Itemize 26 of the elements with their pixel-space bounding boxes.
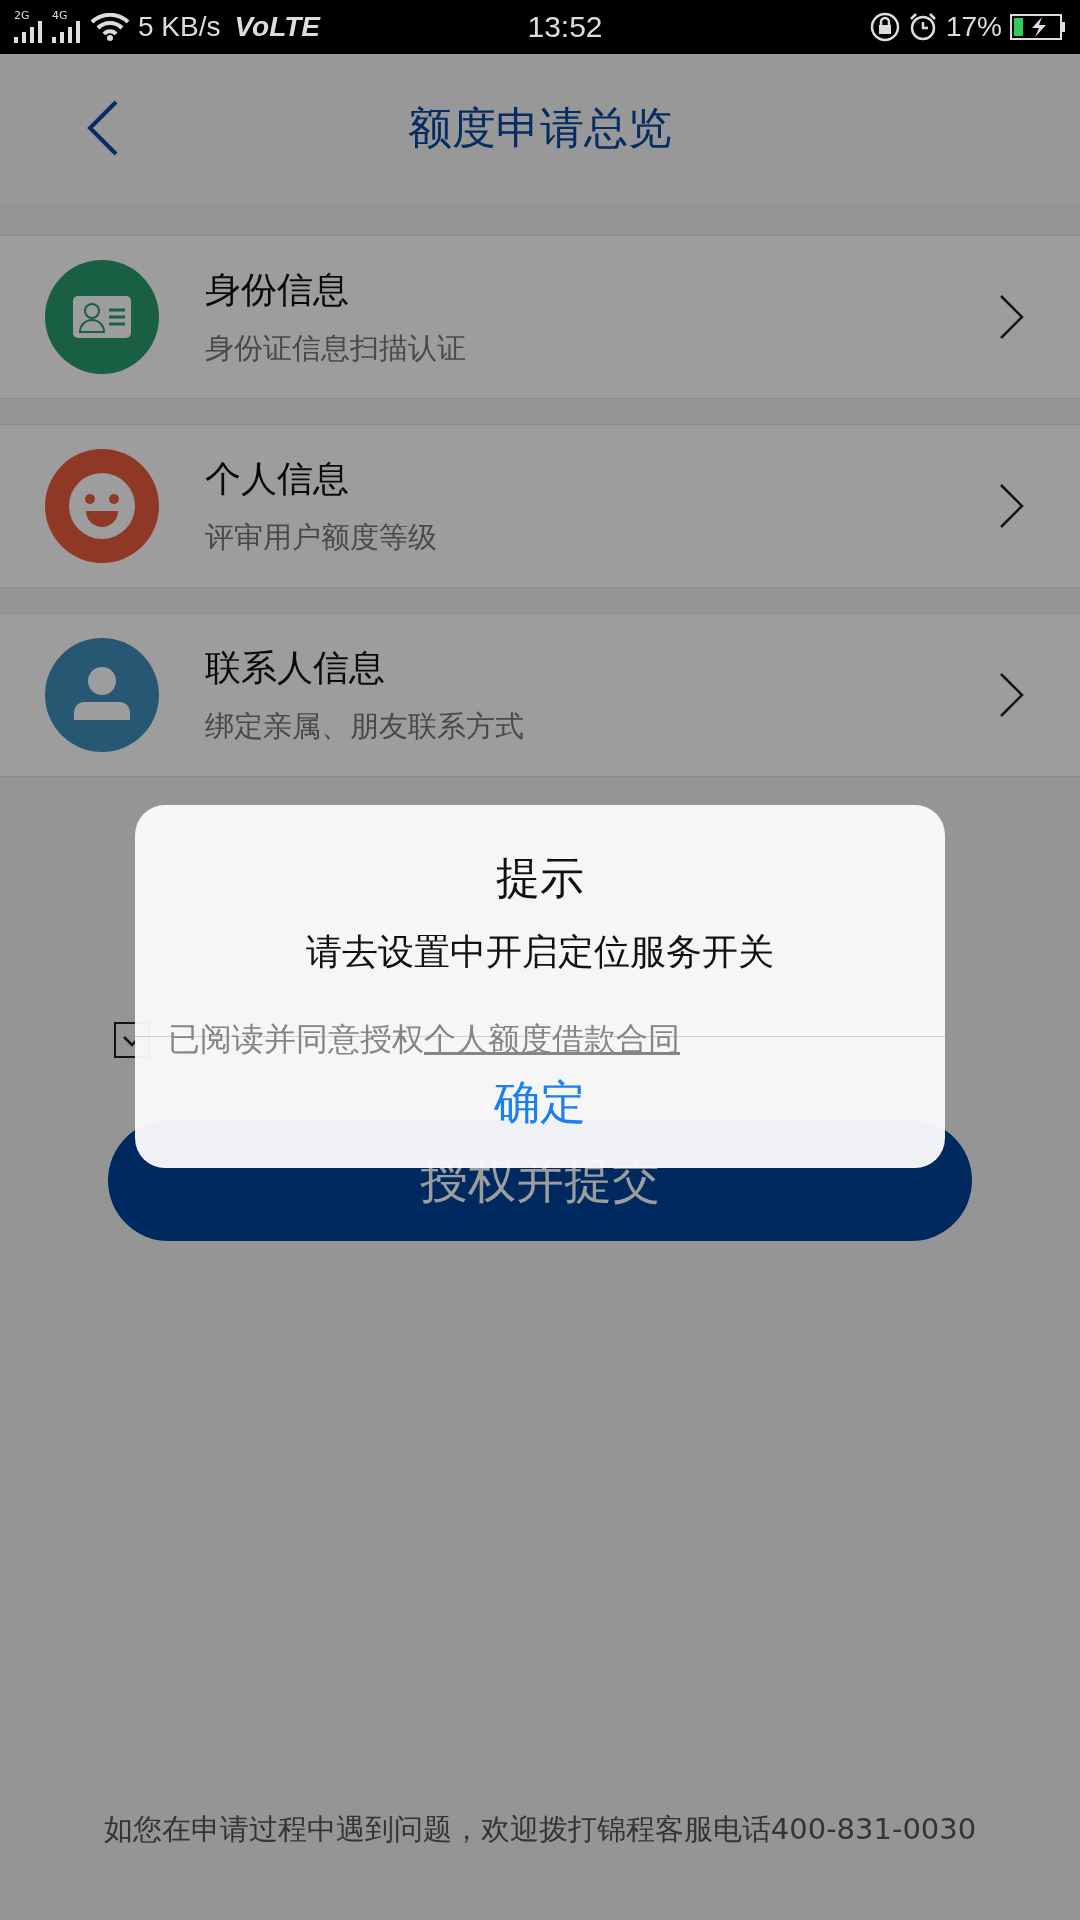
battery-percent: 17% [945, 11, 1002, 43]
item-title: 联系人信息 [205, 645, 385, 690]
list-item[interactable]: 身份信息 身份证信息扫描认证 [0, 235, 1080, 399]
person-icon [45, 638, 159, 752]
chevron-icon [999, 483, 1025, 529]
battery-icon [1010, 14, 1066, 40]
help-text: 如您在申请过程中遇到问题，欢迎拨打锦程客服电话400-831-0030 [102, 1811, 978, 1848]
id-card-icon [45, 260, 159, 374]
item-subtitle: 评审用户额度等级 [205, 518, 437, 556]
list-item[interactable]: 个人信息 评审用户额度等级 [0, 424, 1080, 588]
rotation-lock-icon [869, 12, 900, 42]
page-title: 额度申请总览 [408, 101, 672, 155]
item-title: 身份信息 [205, 267, 349, 312]
item-subtitle: 绑定亲属、朋友联系方式 [205, 707, 524, 745]
dialog-title: 提示 [496, 851, 584, 905]
smiley-icon [45, 449, 159, 563]
dialog-message: 请去设置中开启定位服务开关 [306, 930, 774, 974]
wifi-icon [90, 13, 130, 41]
item-subtitle: 身份证信息扫描认证 [205, 329, 466, 367]
item-title: 个人信息 [205, 456, 349, 501]
chevron-icon [999, 672, 1025, 718]
network-speed: 5 KB/s [138, 11, 221, 43]
chevron-icon [999, 294, 1025, 340]
list-item[interactable]: 联系人信息 绑定亲属、朋友联系方式 [0, 613, 1080, 777]
clock-time: 13:52 [527, 10, 603, 44]
volte-label: VoLTE [234, 11, 321, 43]
